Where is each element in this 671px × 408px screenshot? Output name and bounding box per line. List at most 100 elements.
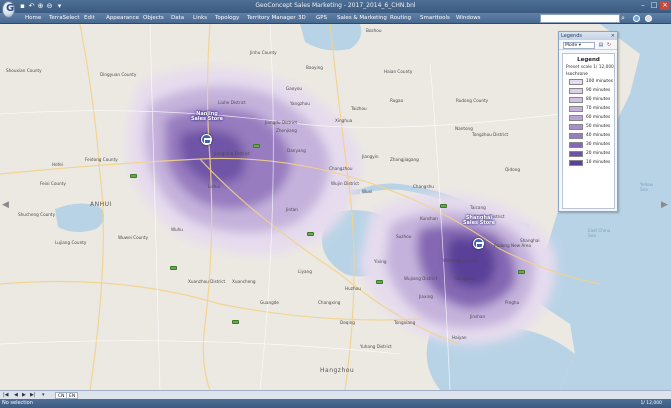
place-label: Taicang bbox=[470, 205, 486, 210]
legend-panel[interactable]: Legends × Mode ▾ ▤ ↻ Legend Preset scale… bbox=[558, 31, 618, 212]
place-label: Taizhou bbox=[351, 106, 367, 111]
legend-window-title: Legends bbox=[561, 33, 582, 39]
legend-heading: Legend bbox=[577, 57, 600, 63]
legend-item: 60 minutes bbox=[569, 114, 615, 122]
legend-item: 20 minutes bbox=[569, 150, 615, 158]
place-label: Shucheng County bbox=[18, 212, 56, 217]
legend-options-icon[interactable]: ▤ bbox=[598, 42, 604, 48]
place-label: Lujiang County bbox=[55, 240, 87, 245]
place-label: Wuhu bbox=[171, 227, 183, 232]
legend-swatch bbox=[569, 142, 583, 148]
legend-item-label: 10 minutes bbox=[586, 160, 611, 165]
legend-swatch bbox=[569, 97, 583, 103]
legend-swatch bbox=[569, 115, 583, 121]
menu-item-home[interactable]: Home bbox=[25, 13, 41, 24]
legend-item: 50 minutes bbox=[569, 123, 615, 131]
settings-icon[interactable] bbox=[645, 15, 652, 22]
legend-item: 100 minutes bbox=[569, 78, 615, 86]
legend-item-label: 80 minutes bbox=[586, 97, 611, 102]
tab-first-icon[interactable]: |◀ bbox=[3, 392, 9, 399]
menu-item-topology[interactable]: Topology bbox=[215, 13, 239, 24]
minimize-icon[interactable]: – bbox=[638, 1, 648, 10]
place-label: Rudong County bbox=[456, 98, 489, 103]
menu-item-data[interactable]: Data bbox=[171, 13, 184, 24]
road-shield-icon bbox=[170, 266, 177, 270]
road-shield-icon bbox=[130, 174, 137, 178]
place-label: Xuanzhou District bbox=[188, 279, 226, 284]
road-shield-icon bbox=[232, 320, 239, 324]
menu-item-routing[interactable]: Routing bbox=[390, 13, 411, 24]
store-marker-icon[interactable] bbox=[473, 238, 484, 249]
place-label: Yangzhou bbox=[290, 101, 310, 106]
menu-item-smarttools[interactable]: Smarttools bbox=[420, 13, 450, 24]
zoom-readout[interactable]: 1/ 12,000 bbox=[622, 400, 662, 407]
search-input[interactable] bbox=[540, 14, 620, 23]
legend-item-label: 30 minutes bbox=[586, 142, 611, 147]
pan-right-icon[interactable]: ▶ bbox=[661, 200, 668, 210]
place-label: Minhang District bbox=[443, 258, 478, 263]
menu-item-3d[interactable]: 3D bbox=[298, 13, 306, 24]
menu-item-windows[interactable]: Windows bbox=[456, 13, 481, 24]
application-window: G ▪ ↶ ⊕ ⊖ ▾ GeoConcept Sales Marketing -… bbox=[0, 0, 671, 408]
legend-refresh-icon[interactable]: ↻ bbox=[606, 42, 612, 48]
store-label: Shanghai Sales Store bbox=[462, 215, 496, 226]
place-label: Deqing bbox=[340, 320, 355, 325]
place-label: Qidong bbox=[505, 167, 520, 172]
legend-item-label: 50 minutes bbox=[586, 124, 611, 129]
place-label: Changshu bbox=[413, 184, 434, 189]
legend-mode-select[interactable]: Mode ▾ bbox=[563, 42, 595, 49]
maximize-icon[interactable]: □ bbox=[649, 1, 659, 10]
app-logo[interactable]: G bbox=[2, 1, 15, 18]
place-label: Shouxian County bbox=[6, 68, 42, 73]
place-label: Danyang bbox=[287, 148, 306, 153]
place-label: Lishui bbox=[208, 184, 221, 189]
menu-item-sales-marketing[interactable]: Sales & Marketing bbox=[337, 13, 387, 24]
menu-item-territory-manager[interactable]: Territory Manager bbox=[247, 13, 296, 24]
status-bar: No selection 1/ 12,000 bbox=[0, 399, 671, 408]
place-label: Hefei bbox=[52, 162, 63, 167]
road-shield-icon bbox=[440, 204, 447, 208]
place-label: Wuxi bbox=[362, 189, 373, 194]
search-icon[interactable]: ⌕ bbox=[621, 14, 629, 23]
menu-item-appearance[interactable]: Appearance bbox=[106, 13, 139, 24]
place-label: Jinshan bbox=[470, 314, 486, 319]
help-icon[interactable] bbox=[633, 15, 640, 22]
road-shield-icon bbox=[307, 232, 314, 236]
menu-item-links[interactable]: Links bbox=[193, 13, 207, 24]
tab-last-icon[interactable]: ▶| bbox=[30, 392, 36, 399]
menu-item-gps[interactable]: GPS bbox=[316, 13, 327, 24]
menu-item-terraselect[interactable]: TerraSelect bbox=[49, 13, 80, 24]
legend-scale-text: Preset scale 1/ 12,000 bbox=[566, 65, 614, 70]
close-icon[interactable]: × bbox=[660, 1, 670, 10]
legend-item-label: 20 minutes bbox=[586, 151, 611, 156]
store-marker-icon[interactable] bbox=[201, 134, 212, 145]
tab-prev-icon[interactable]: ◀ bbox=[14, 392, 18, 399]
place-label: Liuhe District bbox=[218, 100, 246, 105]
title-bar: G ▪ ↶ ⊕ ⊖ ▾ GeoConcept Sales Marketing -… bbox=[0, 0, 671, 18]
place-label: Suzhou bbox=[396, 234, 412, 239]
close-icon[interactable]: × bbox=[611, 32, 615, 40]
place-label: Jintan bbox=[286, 207, 298, 212]
menu-item-objects[interactable]: Objects bbox=[143, 13, 164, 24]
place-label: Bozhou bbox=[366, 28, 382, 33]
legend-swatch bbox=[569, 79, 583, 85]
legend-swatch bbox=[569, 133, 583, 139]
place-label: Kunshan bbox=[420, 216, 438, 221]
menu-item-edit[interactable]: Edit bbox=[84, 13, 95, 24]
tab-next-icon[interactable]: ▶ bbox=[22, 392, 26, 399]
status-text: No selection bbox=[2, 400, 33, 406]
tab-en[interactable]: EN bbox=[66, 392, 79, 399]
tab-menu-icon[interactable]: ▾ bbox=[42, 392, 45, 399]
legend-item: 30 minutes bbox=[569, 141, 615, 149]
legend-titlebar[interactable]: Legends × bbox=[559, 32, 617, 40]
place-label: Haian County bbox=[384, 69, 413, 74]
pan-left-icon[interactable]: ◀ bbox=[2, 200, 9, 210]
place-label: Pudong New Area bbox=[494, 243, 532, 248]
legend-swatch bbox=[569, 106, 583, 112]
place-label: Dingyuan County bbox=[100, 72, 137, 77]
place-label: Baoying bbox=[306, 65, 323, 70]
road-shield-icon bbox=[518, 270, 525, 274]
legend-swatch bbox=[569, 124, 583, 130]
place-label: Songjiang bbox=[455, 276, 476, 281]
place-label: Yellow Sea bbox=[640, 182, 653, 192]
